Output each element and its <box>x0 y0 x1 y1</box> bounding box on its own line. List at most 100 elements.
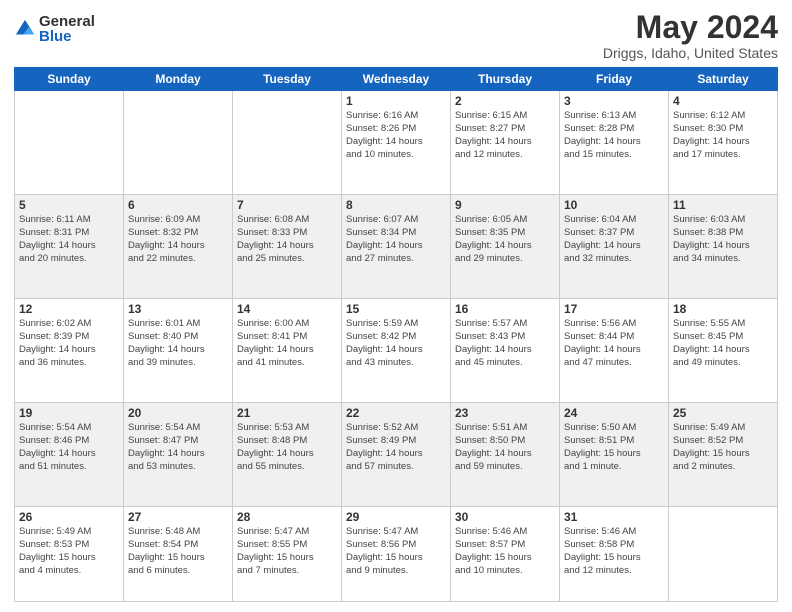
table-row <box>233 91 342 195</box>
table-row: 2Sunrise: 6:15 AMSunset: 8:27 PMDaylight… <box>451 91 560 195</box>
day-info: Sunrise: 5:47 AMSunset: 8:56 PMDaylight:… <box>346 526 446 577</box>
table-row: 5 Sunrise: 6:11 AMSunset: 8:31 PMDaylight… <box>15 195 124 299</box>
day-number: 25 <box>673 406 773 420</box>
table-row: 6 Sunrise: 6:09 AMSunset: 8:32 PMDaylight… <box>124 195 233 299</box>
table-row: 16 Sunrise: 5:57 AMSunset: 8:43 PMDayligh… <box>451 299 560 403</box>
table-row: 28 Sunrise: 5:47 AMSunset: 8:55 PMDayligh… <box>233 507 342 602</box>
table-row: 10Sunrise: 6:04 AMSunset: 8:37 PMDayligh… <box>560 195 669 299</box>
day-info: Sunrise: 6:11 AMSunset: 8:31 PMDaylight:… <box>19 214 119 265</box>
logo-blue-label: Blue <box>39 29 95 44</box>
day-number: 3 <box>564 94 664 108</box>
table-row: 11 Sunrise: 6:03 AMSunset: 8:38 PMDayligh… <box>669 195 778 299</box>
day-number: 23 <box>455 406 555 420</box>
logo: General Blue <box>14 14 95 44</box>
table-row: 22 Sunrise: 5:52 AMSunset: 8:49 PMDayligh… <box>342 403 451 507</box>
day-number: 31 <box>564 510 664 524</box>
day-number: 6 <box>128 198 228 212</box>
day-info: Sunrise: 5:47 AMSunset: 8:55 PMDaylight:… <box>237 526 337 577</box>
day-info: Sunrise: 5:53 AMSunset: 8:48 PMDaylight:… <box>237 422 337 473</box>
calendar-week-row: 5 Sunrise: 6:11 AMSunset: 8:31 PMDaylight… <box>15 195 778 299</box>
day-number: 9 <box>455 198 555 212</box>
day-info: Sunrise: 6:09 AMSunset: 8:32 PMDaylight:… <box>128 214 228 265</box>
table-row: 21 Sunrise: 5:53 AMSunset: 8:48 PMDayligh… <box>233 403 342 507</box>
day-number: 11 <box>673 198 773 212</box>
day-number: 1 <box>346 94 446 108</box>
day-number: 15 <box>346 302 446 316</box>
day-number: 30 <box>455 510 555 524</box>
day-number: 19 <box>19 406 119 420</box>
logo-text: General Blue <box>39 14 95 44</box>
day-number: 17 <box>564 302 664 316</box>
day-info: Sunrise: 6:00 AMSunset: 8:41 PMDaylight:… <box>237 318 337 369</box>
logo-icon <box>14 18 36 40</box>
day-info: Sunrise: 5:59 AMSunset: 8:42 PMDaylight:… <box>346 318 446 369</box>
day-number: 24 <box>564 406 664 420</box>
day-info: Sunrise: 5:55 AMSunset: 8:45 PMDaylight:… <box>673 318 773 369</box>
table-row: 3 Sunrise: 6:13 AMSunset: 8:28 PMDaylight… <box>560 91 669 195</box>
header-thursday: Thursday <box>451 68 560 91</box>
table-row: 9Sunrise: 6:05 AMSunset: 8:35 PMDaylight… <box>451 195 560 299</box>
day-info: Sunrise: 6:13 AMSunset: 8:28 PMDaylight:… <box>564 110 664 161</box>
day-info: Sunrise: 5:54 AMSunset: 8:46 PMDaylight:… <box>19 422 119 473</box>
calendar-week-row: 19 Sunrise: 5:54 AMSunset: 8:46 PMDayligh… <box>15 403 778 507</box>
table-row: 25 Sunrise: 5:49 AMSunset: 8:52 PMDayligh… <box>669 403 778 507</box>
day-info: Sunrise: 6:03 AMSunset: 8:38 PMDaylight:… <box>673 214 773 265</box>
table-row <box>669 507 778 602</box>
header-friday: Friday <box>560 68 669 91</box>
header: General Blue May 2024 Driggs, Idaho, Uni… <box>14 10 778 61</box>
table-row: 15 Sunrise: 5:59 AMSunset: 8:42 PMDayligh… <box>342 299 451 403</box>
table-row <box>15 91 124 195</box>
table-row: 27 Sunrise: 5:48 AMSunset: 8:54 PMDayligh… <box>124 507 233 602</box>
day-number: 13 <box>128 302 228 316</box>
day-info: Sunrise: 6:15 AMSunset: 8:27 PMDaylight:… <box>455 110 555 161</box>
header-sunday: Sunday <box>15 68 124 91</box>
day-number: 14 <box>237 302 337 316</box>
table-row: 13 Sunrise: 6:01 AMSunset: 8:40 PMDayligh… <box>124 299 233 403</box>
day-info: Sunrise: 6:02 AMSunset: 8:39 PMDaylight:… <box>19 318 119 369</box>
header-wednesday: Wednesday <box>342 68 451 91</box>
day-number: 29 <box>346 510 446 524</box>
day-info: Sunrise: 5:49 AMSunset: 8:52 PMDaylight:… <box>673 422 773 473</box>
day-number: 28 <box>237 510 337 524</box>
day-number: 26 <box>19 510 119 524</box>
table-row: 26 Sunrise: 5:49 AMSunset: 8:53 PMDayligh… <box>15 507 124 602</box>
calendar-week-row: 26 Sunrise: 5:49 AMSunset: 8:53 PMDayligh… <box>15 507 778 602</box>
day-info: Sunrise: 5:51 AMSunset: 8:50 PMDaylight:… <box>455 422 555 473</box>
day-number: 16 <box>455 302 555 316</box>
day-info: Sunrise: 5:52 AMSunset: 8:49 PMDaylight:… <box>346 422 446 473</box>
table-row <box>124 91 233 195</box>
day-info: Sunrise: 6:01 AMSunset: 8:40 PMDaylight:… <box>128 318 228 369</box>
day-number: 12 <box>19 302 119 316</box>
day-number: 27 <box>128 510 228 524</box>
day-info: Sunrise: 5:49 AMSunset: 8:53 PMDaylight:… <box>19 526 119 577</box>
day-info: Sunrise: 5:46 AMSunset: 8:57 PMDaylight:… <box>455 526 555 577</box>
page: General Blue May 2024 Driggs, Idaho, Uni… <box>0 0 792 612</box>
table-row: 8Sunrise: 6:07 AMSunset: 8:34 PMDaylight… <box>342 195 451 299</box>
day-number: 22 <box>346 406 446 420</box>
day-info: Sunrise: 5:57 AMSunset: 8:43 PMDaylight:… <box>455 318 555 369</box>
header-tuesday: Tuesday <box>233 68 342 91</box>
day-info: Sunrise: 6:08 AMSunset: 8:33 PMDaylight:… <box>237 214 337 265</box>
header-saturday: Saturday <box>669 68 778 91</box>
day-number: 4 <box>673 94 773 108</box>
day-info: Sunrise: 5:48 AMSunset: 8:54 PMDaylight:… <box>128 526 228 577</box>
table-row: 7 Sunrise: 6:08 AMSunset: 8:33 PMDaylight… <box>233 195 342 299</box>
day-info: Sunrise: 6:12 AMSunset: 8:30 PMDaylight:… <box>673 110 773 161</box>
table-row: 4 Sunrise: 6:12 AMSunset: 8:30 PMDaylight… <box>669 91 778 195</box>
day-number: 7 <box>237 198 337 212</box>
day-number: 21 <box>237 406 337 420</box>
calendar-header-row: Sunday Monday Tuesday Wednesday Thursday… <box>15 68 778 91</box>
day-info: Sunrise: 5:54 AMSunset: 8:47 PMDaylight:… <box>128 422 228 473</box>
day-number: 5 <box>19 198 119 212</box>
table-row: 1Sunrise: 6:16 AMSunset: 8:26 PMDaylight… <box>342 91 451 195</box>
day-number: 20 <box>128 406 228 420</box>
calendar-week-row: 12 Sunrise: 6:02 AMSunset: 8:39 PMDayligh… <box>15 299 778 403</box>
day-number: 8 <box>346 198 446 212</box>
day-number: 10 <box>564 198 664 212</box>
table-row: 17Sunrise: 5:56 AMSunset: 8:44 PMDayligh… <box>560 299 669 403</box>
day-info: Sunrise: 5:46 AMSunset: 8:58 PMDaylight:… <box>564 526 664 577</box>
table-row: 31 Sunrise: 5:46 AMSunset: 8:58 PMDayligh… <box>560 507 669 602</box>
table-row: 14 Sunrise: 6:00 AMSunset: 8:41 PMDayligh… <box>233 299 342 403</box>
table-row: 19 Sunrise: 5:54 AMSunset: 8:46 PMDayligh… <box>15 403 124 507</box>
table-row: 20 Sunrise: 5:54 AMSunset: 8:47 PMDayligh… <box>124 403 233 507</box>
